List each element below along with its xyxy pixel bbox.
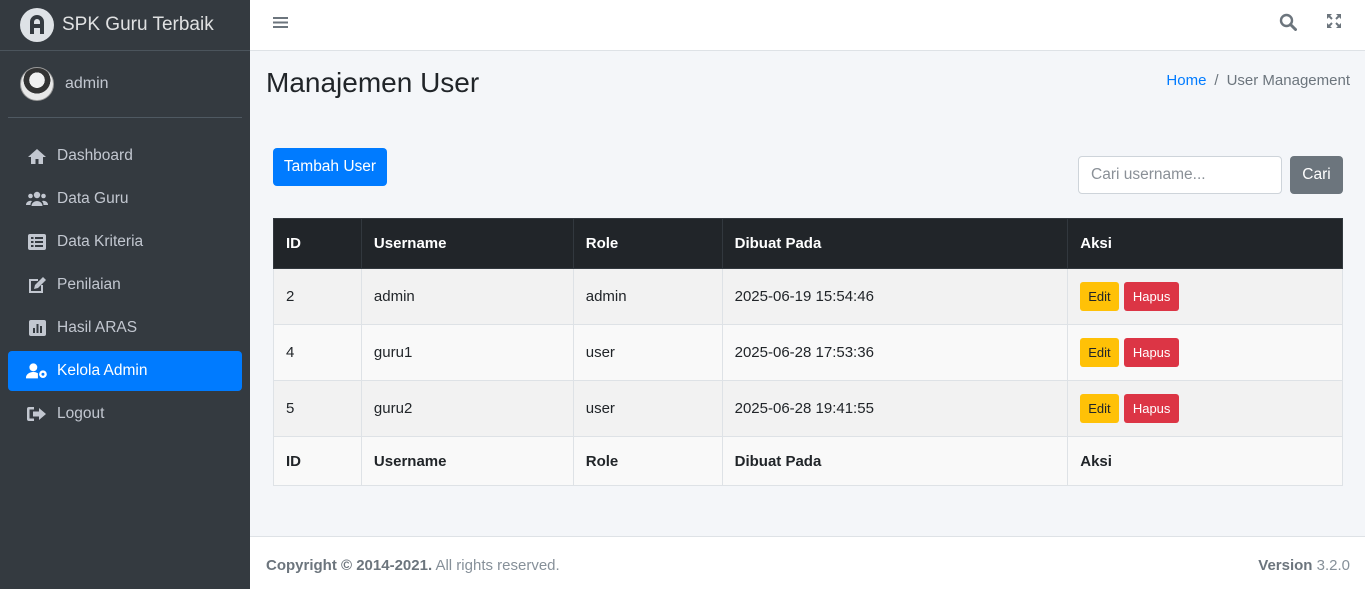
column-footer-id: ID xyxy=(273,436,362,486)
cell-username: admin xyxy=(360,268,574,325)
sidebar-item-kelola-admin[interactable]: Kelola Admin xyxy=(8,351,242,391)
edit-button[interactable]: Edit xyxy=(1080,394,1119,423)
user-table: ID Username Role Dibuat Pada Aksi 2 admi… xyxy=(273,218,1343,486)
cell-role: user xyxy=(572,380,723,437)
search-username-input[interactable] xyxy=(1078,156,1282,194)
edit-icon xyxy=(26,276,48,294)
sidebar-nav: Dashboard Data Guru Data Kriteria Penila… xyxy=(0,118,250,434)
cell-role: user xyxy=(572,324,723,381)
cell-id: 4 xyxy=(273,324,362,381)
breadcrumb-home-link[interactable]: Home xyxy=(1166,72,1206,89)
column-header-id: ID xyxy=(273,218,362,269)
user-cog-icon xyxy=(26,362,48,380)
table-row: 4 guru1 user 2025-06-28 17:53:36 Edit Ha… xyxy=(273,324,1343,381)
delete-button[interactable]: Hapus xyxy=(1123,338,1180,367)
sidebar-item-label: Data Kriteria xyxy=(57,233,144,250)
sidebar-item-label: Logout xyxy=(57,405,105,422)
page-title: Manajemen User xyxy=(266,67,480,98)
copyright-text: Copyright © 2014-2021. All rights reserv… xyxy=(266,557,560,574)
footer: Copyright © 2014-2021. All rights reserv… xyxy=(250,536,1365,589)
delete-button[interactable]: Hapus xyxy=(1123,282,1180,311)
sidebar-item-penilaian[interactable]: Penilaian xyxy=(8,265,242,305)
sidebar-item-logout[interactable]: Logout xyxy=(8,394,242,434)
column-header-role: Role xyxy=(572,218,723,269)
cell-id: 2 xyxy=(273,268,362,325)
edit-button[interactable]: Edit xyxy=(1080,338,1119,367)
cell-created: 2025-06-19 15:54:46 xyxy=(721,268,1069,325)
chart-icon xyxy=(26,319,48,337)
search-button[interactable]: Cari xyxy=(1290,156,1343,194)
cell-username: guru1 xyxy=(360,324,574,381)
list-icon xyxy=(26,233,48,251)
version-number: 3.2.0 xyxy=(1312,557,1350,574)
search-icon[interactable] xyxy=(1279,13,1299,33)
cell-actions: Edit Hapus xyxy=(1067,268,1343,325)
breadcrumb-current: User Management xyxy=(1226,72,1350,89)
column-header-username: Username xyxy=(360,218,574,269)
table-row: 2 admin admin 2025-06-19 15:54:46 Edit H… xyxy=(273,268,1343,325)
cell-username: guru2 xyxy=(360,380,574,437)
fullscreen-expand-icon[interactable] xyxy=(1326,13,1344,31)
column-footer-actions: Aksi xyxy=(1067,436,1343,486)
sidebar-item-data-kriteria[interactable]: Data Kriteria xyxy=(8,222,242,262)
version-label: Version xyxy=(1258,557,1313,574)
column-footer-role: Role xyxy=(572,436,723,486)
copyright-rest: All rights reserved. xyxy=(432,557,560,574)
user-name: admin xyxy=(65,75,109,92)
top-navbar xyxy=(250,0,1365,51)
cell-actions: Edit Hapus xyxy=(1067,380,1343,437)
cell-created: 2025-06-28 17:53:36 xyxy=(721,324,1069,381)
brand-name: SPK Guru Terbaik xyxy=(62,14,214,35)
avatar xyxy=(20,67,54,101)
brand-link[interactable]: SPK Guru Terbaik xyxy=(0,0,250,51)
table-header-row: ID Username Role Dibuat Pada Aksi xyxy=(273,218,1343,269)
sidebar-item-data-guru[interactable]: Data Guru xyxy=(8,179,242,219)
cell-id: 5 xyxy=(273,380,362,437)
sidebar-item-label: Penilaian xyxy=(57,276,121,293)
cell-actions: Edit Hapus xyxy=(1067,324,1343,381)
table-row: 5 guru2 user 2025-06-28 19:41:55 Edit Ha… xyxy=(273,380,1343,437)
sidebar-item-label: Data Guru xyxy=(57,190,129,207)
column-footer-username: Username xyxy=(360,436,574,486)
add-user-button[interactable]: Tambah User xyxy=(273,148,387,186)
sidebar-item-hasil-aras[interactable]: Hasil ARAS xyxy=(8,308,242,348)
cell-created: 2025-06-28 19:41:55 xyxy=(721,380,1069,437)
breadcrumb: Home / User Management xyxy=(1166,72,1350,89)
sidebar-item-label: Hasil ARAS xyxy=(57,319,138,336)
sidebar-item-dashboard[interactable]: Dashboard xyxy=(8,136,242,176)
column-header-actions: Aksi xyxy=(1067,218,1343,269)
hamburger-menu-icon[interactable] xyxy=(273,15,289,31)
letter-a-logo-icon xyxy=(20,8,54,42)
sidebar-item-label: Kelola Admin xyxy=(57,362,148,379)
home-icon xyxy=(26,147,48,165)
copyright-bold: Copyright © 2014-2021. xyxy=(266,557,433,574)
column-header-created: Dibuat Pada xyxy=(721,218,1069,269)
cell-role: admin xyxy=(572,268,723,325)
sign-out-icon xyxy=(26,405,48,423)
sidebar-item-label: Dashboard xyxy=(57,147,133,164)
version-text: Version 3.2.0 xyxy=(1258,557,1350,574)
users-icon xyxy=(26,190,48,208)
edit-button[interactable]: Edit xyxy=(1080,282,1119,311)
user-panel[interactable]: admin xyxy=(8,51,242,118)
sidebar: SPK Guru Terbaik admin Dashboard Data Gu… xyxy=(0,0,250,589)
table-footer-row: ID Username Role Dibuat Pada Aksi xyxy=(273,436,1343,486)
column-footer-created: Dibuat Pada xyxy=(721,436,1069,486)
delete-button[interactable]: Hapus xyxy=(1123,394,1180,423)
breadcrumb-separator: / xyxy=(1214,72,1219,89)
